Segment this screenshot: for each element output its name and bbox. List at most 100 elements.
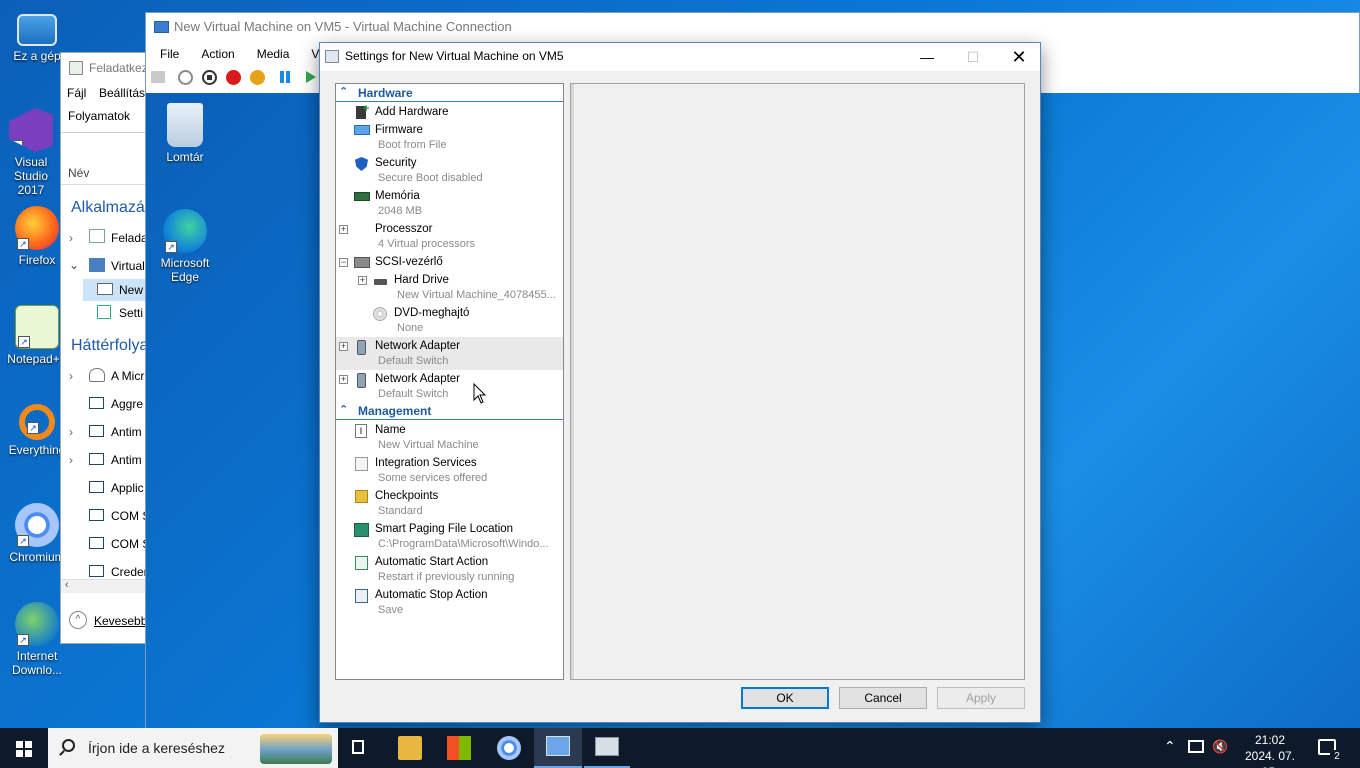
pause-icon[interactable]	[280, 71, 284, 83]
taskbar-search-box[interactable]: Írjon ide a kereséshez	[48, 728, 338, 768]
tree-item-dvd-drive[interactable]: DVD-meghajtó None	[336, 304, 563, 337]
collapse-minus-icon[interactable]: −	[339, 258, 348, 267]
scroll-left-icon[interactable]: ‹	[65, 579, 69, 591]
search-highlight-image	[260, 734, 332, 764]
show-hidden-icons-chevron-icon[interactable]: ⌃	[1164, 738, 1176, 768]
tree-item-sublabel: Restart if previously running	[378, 571, 515, 583]
section-management[interactable]: ⌃ Management	[336, 402, 563, 420]
window-icon	[89, 425, 104, 437]
vm-connection-taskbar-button[interactable]	[584, 728, 630, 768]
tree-item-checkpoints[interactable]: Checkpoints Standard	[336, 487, 563, 520]
desktop-icon-visual-studio[interactable]: ↗ Visual Studio 2017	[0, 108, 62, 197]
notepad-plus-plus-icon: ↗	[15, 305, 59, 349]
windows-start-icon[interactable]	[16, 741, 32, 757]
turn-off-icon[interactable]	[202, 70, 217, 85]
collapse-chevron-icon[interactable]: ⌃	[339, 402, 348, 418]
tab-processes[interactable]: Folyamatok	[68, 109, 130, 123]
fewer-details-link[interactable]: Kevesebb	[94, 614, 147, 628]
firmware-icon	[354, 125, 370, 135]
recycle-bin-icon	[167, 103, 203, 147]
section-management-label: Management	[358, 404, 432, 418]
search-icon-handle	[59, 750, 65, 756]
vm-connection-icon	[154, 21, 169, 33]
process-row[interactable]: Applic	[111, 481, 144, 495]
section-hardware[interactable]: ⌃ Hardware	[336, 84, 563, 102]
process-row[interactable]: A Micr	[111, 369, 144, 383]
process-row[interactable]: Antim	[111, 425, 142, 439]
tree-item-name[interactable]: I Name New Virtual Machine	[336, 421, 563, 454]
start-icon[interactable]	[178, 70, 193, 85]
tree-item-network-adapter-2[interactable]: + Network Adapter Default Switch	[336, 370, 563, 403]
clock[interactable]: 21:02 2024. 07. 25.	[1236, 732, 1304, 768]
store-icon[interactable]	[447, 736, 471, 760]
save-icon[interactable]	[250, 70, 265, 85]
maximize-button[interactable]: ☐	[950, 43, 996, 71]
tree-item-smart-paging[interactable]: Smart Paging File Location C:\ProgramDat…	[336, 520, 563, 553]
menu-file[interactable]: Fájl	[67, 86, 86, 100]
process-row[interactable]: Virtual	[111, 259, 145, 273]
tree-item-scsi-controller[interactable]: − SCSI-vezérlő	[336, 253, 563, 271]
tree-item-memory[interactable]: Memória 2048 MB	[336, 187, 563, 220]
chevron-right-icon[interactable]: ›	[69, 453, 73, 467]
tree-item-automatic-start[interactable]: Automatic Start Action Restart if previo…	[336, 553, 563, 586]
scsi-controller-icon	[354, 257, 370, 268]
apply-button[interactable]: Apply	[937, 687, 1025, 709]
process-row[interactable]: Aggre	[111, 397, 143, 411]
cancel-button[interactable]: Cancel	[839, 687, 927, 709]
network-icon[interactable]	[1188, 740, 1204, 753]
close-button[interactable]: ✕	[996, 43, 1042, 71]
desktop-icon-recycle-bin[interactable]: Lomtár	[148, 103, 222, 164]
expand-plus-icon[interactable]: +	[339, 375, 348, 384]
column-header-name[interactable]: Név	[68, 166, 89, 180]
menu-action[interactable]: Action	[201, 47, 234, 61]
chevron-right-icon[interactable]: ›	[69, 425, 73, 439]
dvd-icon	[373, 307, 387, 321]
tree-item-sublabel: New Virtual Machine	[378, 439, 479, 451]
expand-plus-icon[interactable]: +	[358, 276, 367, 285]
chevron-up-icon[interactable]: ^	[69, 611, 87, 629]
clock-time: 21:02	[1254, 733, 1286, 747]
tree-item-security[interactable]: Security Secure Boot disabled	[336, 154, 563, 187]
tree-item-automatic-stop[interactable]: Automatic Stop Action Save	[336, 586, 563, 619]
menu-settings[interactable]: Beállítás	[99, 86, 145, 100]
chevron-right-icon[interactable]: ›	[69, 231, 73, 245]
chromium-taskbar-icon[interactable]	[497, 736, 521, 760]
tree-item-hard-drive[interactable]: + Hard Drive New Virtual Machine_4078455…	[336, 271, 563, 304]
expand-plus-icon[interactable]: +	[339, 342, 348, 351]
ctrl-alt-del-icon[interactable]	[151, 71, 165, 83]
desktop-icon-edge[interactable]: ↗ Microsoft Edge	[148, 209, 222, 284]
ok-button[interactable]: OK	[741, 687, 829, 709]
collapse-chevron-icon[interactable]: ⌃	[339, 84, 348, 100]
hyper-v-manager-taskbar-button[interactable]	[534, 728, 582, 768]
menu-file[interactable]: File	[160, 47, 179, 61]
menu-media[interactable]: Media	[257, 47, 290, 61]
tree-item-firmware[interactable]: Firmware Boot from File	[336, 121, 563, 154]
window-icon	[89, 537, 104, 549]
volume-muted-icon[interactable]: 🔇	[1212, 740, 1228, 754]
process-row[interactable]: Creder	[111, 565, 148, 579]
user-icon	[89, 368, 105, 382]
tree-item-processor[interactable]: + Processzor 4 Virtual processors	[336, 220, 563, 253]
desktop-icon-label: Visual Studio 2017	[13, 155, 49, 197]
chevron-right-icon[interactable]: ›	[69, 369, 73, 383]
process-row[interactable]: Felada	[111, 231, 148, 245]
minimize-button[interactable]: —	[904, 43, 950, 71]
tree-item-sublabel: Save	[378, 604, 404, 616]
settings-dialog[interactable]: Settings for New Virtual Machine on VM5 …	[319, 42, 1041, 723]
smart-paging-icon	[354, 523, 369, 537]
expand-plus-icon[interactable]: +	[339, 225, 348, 234]
process-row[interactable]: Setti	[119, 306, 143, 320]
settings-tree[interactable]: ⌃ Hardware + Add Hardware Firmware Boot …	[335, 83, 564, 680]
resume-icon[interactable]	[306, 71, 316, 83]
tree-item-label: Integration Services	[375, 457, 477, 469]
tree-item-label: Processzor	[375, 223, 433, 235]
process-row[interactable]: Antim	[111, 453, 142, 467]
file-explorer-icon[interactable]	[398, 736, 422, 760]
process-row[interactable]: New	[119, 283, 143, 297]
tree-item-network-adapter-1[interactable]: + Network Adapter Default Switch	[336, 337, 563, 370]
tree-item-integration-services[interactable]: Integration Services Some services offer…	[336, 454, 563, 487]
settings-titlebar[interactable]: Settings for New Virtual Machine on VM5 …	[320, 43, 1040, 71]
chevron-down-icon[interactable]: ⌄	[69, 258, 79, 272]
shutdown-icon[interactable]	[226, 70, 241, 85]
task-view-icon[interactable]	[348, 736, 372, 760]
